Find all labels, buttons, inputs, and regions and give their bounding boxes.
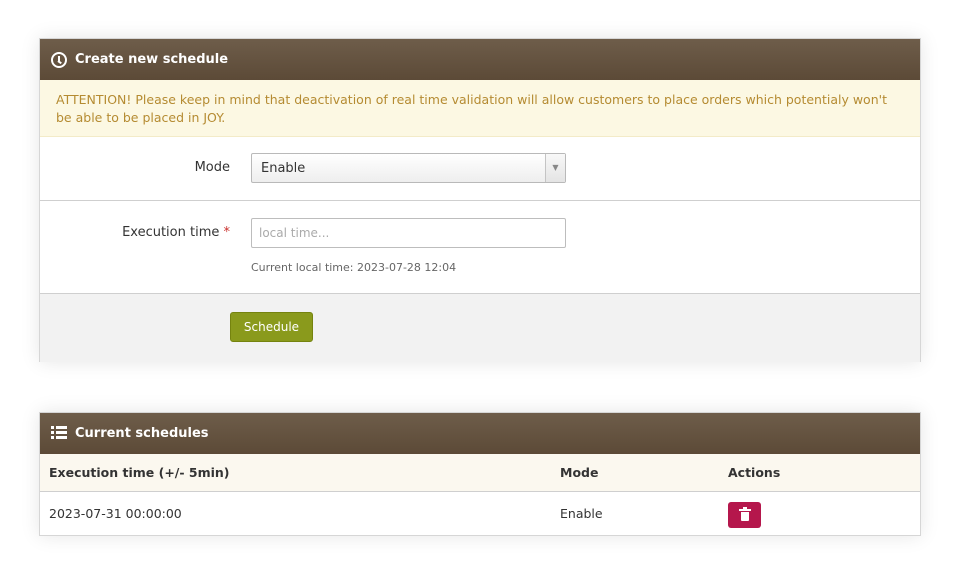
row-mode: Enable [560, 505, 603, 521]
table-header-row: Execution time (+/- 5min) Mode Actions [40, 454, 920, 492]
column-mode: Mode [560, 454, 728, 492]
create-schedule-header: Create new schedule [40, 39, 920, 80]
current-schedules-header: Current schedules [40, 413, 920, 454]
list-icon [51, 425, 67, 442]
row-actions [728, 491, 920, 535]
schedule-button[interactable]: Schedule [230, 312, 313, 342]
mode-selected-value: Enable [261, 161, 306, 176]
create-schedule-title: Create new schedule [75, 52, 229, 67]
mode-label: Mode [194, 160, 230, 175]
mode-row: Mode Enable ▼ [40, 137, 920, 201]
mode-select[interactable]: Enable ▼ [251, 153, 566, 183]
attention-alert: ATTENTION! Please keep in mind that deac… [40, 80, 920, 137]
column-execution-time: Execution time (+/- 5min) [40, 454, 560, 492]
table-row: 2023-07-31 00:00:00 Enable [40, 491, 920, 535]
trash-icon [738, 506, 751, 521]
current-schedules-title: Current schedules [75, 426, 209, 441]
clock-icon [51, 51, 67, 68]
delete-schedule-button[interactable] [728, 502, 761, 529]
execution-time-label: Execution time * [122, 225, 231, 240]
execution-time-input[interactable] [251, 218, 566, 248]
execution-time-row: Execution time * Current local time: 202… [40, 201, 920, 294]
column-actions: Actions [728, 454, 920, 492]
current-schedules-panel: Current schedules Execution time (+/- 5m… [39, 412, 921, 536]
row-execution-time: 2023-07-31 00:00:00 [49, 505, 182, 521]
schedules-table: Execution time (+/- 5min) Mode Actions 2… [40, 454, 920, 535]
form-actions: Schedule [40, 294, 920, 362]
current-local-time-help: Current local time: 2023-07-28 12:04 [251, 261, 457, 274]
chevron-down-icon[interactable]: ▼ [545, 154, 565, 182]
required-mark: * [223, 225, 231, 240]
create-schedule-panel: Create new schedule ATTENTION! Please ke… [39, 38, 921, 362]
